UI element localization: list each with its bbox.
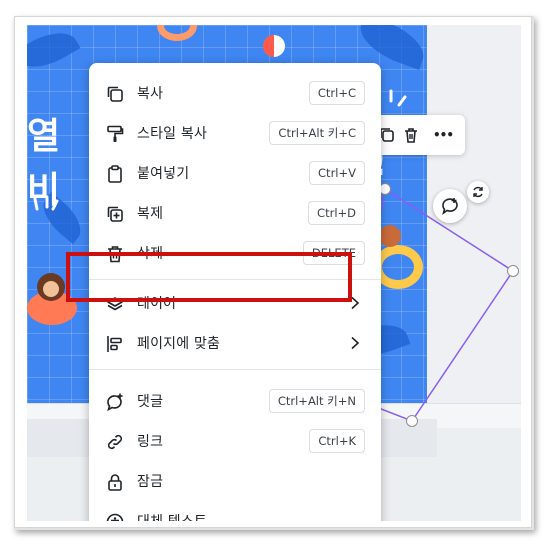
menu-item-label: 복사	[137, 86, 164, 102]
menu-item-copy[interactable]: 복사 Ctrl+C	[89, 73, 381, 113]
shortcut-badge: Ctrl+V	[309, 161, 365, 185]
shortcut-badge: Ctrl+Alt 키+N	[268, 389, 365, 413]
trash-icon	[405, 128, 417, 143]
comment-add-icon	[442, 198, 458, 215]
element-toolbar: •••	[371, 115, 465, 155]
shortcut-badge: Ctrl+D	[308, 201, 365, 225]
highlight-box	[66, 252, 352, 302]
paint-roller-icon	[105, 124, 125, 144]
menu-item-label: 링크	[137, 434, 164, 450]
menu-item-align-to-page[interactable]: 페이지에 맞춤	[89, 323, 381, 363]
more-icon: •••	[433, 128, 454, 142]
menu-item-comment[interactable]: 댓글 Ctrl+Alt 키+N	[89, 381, 381, 421]
menu-item-label: 붙여넣기	[137, 166, 190, 182]
lock-icon	[105, 472, 125, 492]
menu-item-label: 대체 텍스트	[137, 511, 207, 521]
toolbar-delete-button[interactable]	[401, 125, 421, 145]
accessibility-icon	[105, 512, 125, 521]
copy-icon	[105, 84, 125, 104]
add-comment-button[interactable]	[433, 189, 467, 223]
menu-item-label: 잠금	[137, 474, 164, 490]
comment-add-icon	[105, 392, 125, 412]
link-icon	[105, 432, 125, 452]
menu-divider	[89, 369, 381, 370]
align-icon	[105, 334, 125, 354]
menu-item-label: 페이지에 맞춤	[137, 336, 221, 352]
menu-item-paste[interactable]: 붙여넣기 Ctrl+V	[89, 153, 381, 193]
resize-handle[interactable]	[406, 415, 418, 427]
shortcut-badge: Ctrl+C	[308, 81, 365, 105]
menu-item-link[interactable]: 링크 Ctrl+K	[89, 421, 381, 461]
shortcut-badge: Ctrl+K	[309, 429, 365, 453]
chevron-right-icon	[351, 336, 360, 350]
duplicate-icon	[105, 204, 125, 224]
menu-item-label: 복제	[137, 206, 164, 222]
clipboard-icon	[105, 164, 125, 184]
rotate-icon	[473, 186, 483, 198]
menu-item-label: 댓글	[137, 394, 164, 410]
resize-handle[interactable]	[507, 265, 519, 277]
shortcut-badge: Ctrl+Alt 키+C	[269, 121, 365, 145]
toolbar-more-button[interactable]: •••	[433, 125, 454, 145]
menu-item-alt-text[interactable]: 대체 텍스트	[89, 501, 381, 521]
menu-item-duplicate[interactable]: 복제 Ctrl+D	[89, 193, 381, 233]
menu-item-lock[interactable]: 잠금	[89, 461, 381, 501]
menu-item-copy-style[interactable]: 스타일 복사 Ctrl+Alt 키+C	[89, 113, 381, 153]
menu-item-label: 스타일 복사	[137, 126, 208, 142]
rotate-button[interactable]	[467, 181, 489, 203]
